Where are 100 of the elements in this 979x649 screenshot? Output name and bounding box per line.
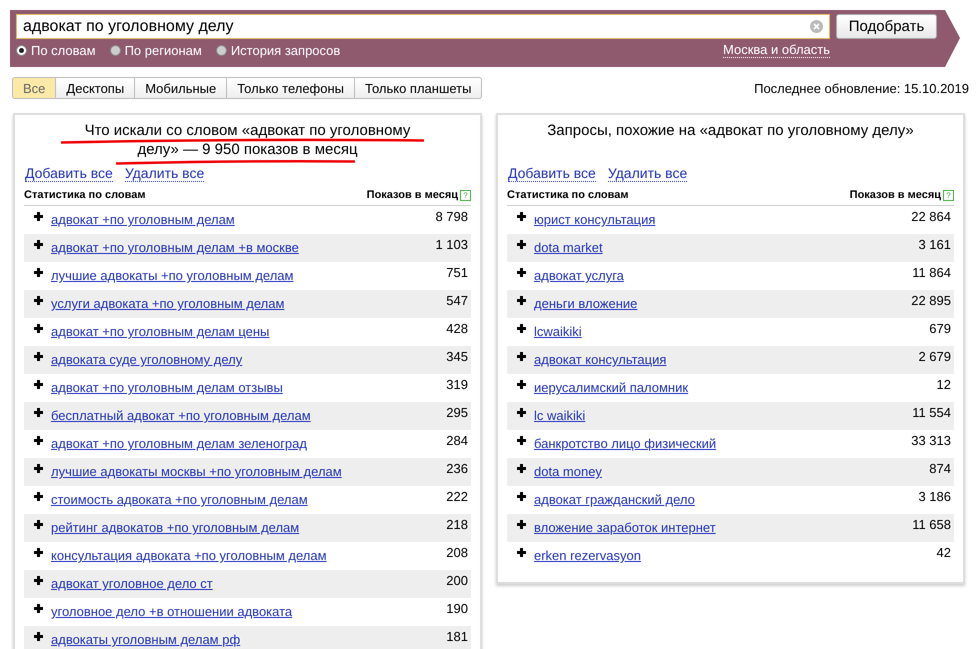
column-header: Статистика по словам [507, 189, 629, 201]
impressions-count: 679 [929, 321, 951, 336]
plus-icon[interactable] [34, 380, 43, 389]
plus-icon[interactable] [34, 408, 43, 417]
keyword-link[interactable]: лучшие адвокаты +по уголовным делам [51, 268, 294, 283]
keyword-link[interactable]: бесплатный адвокат +по уголовным делам [51, 408, 311, 423]
keyword-link[interactable]: адвокаты уголовным делам рф [51, 632, 240, 647]
keyword-link[interactable]: иерусалимский паломник [534, 380, 688, 395]
plus-icon[interactable] [517, 492, 526, 501]
keyword-link[interactable]: lc waikiki [534, 408, 586, 423]
impressions-count: 874 [929, 461, 951, 476]
plus-icon[interactable] [517, 352, 526, 361]
plus-icon[interactable] [34, 268, 43, 277]
plus-icon[interactable] [34, 520, 43, 529]
keyword-link[interactable]: уголовное дело +в отношении адвоката [51, 604, 292, 619]
plus-icon[interactable] [517, 464, 526, 473]
impressions-count: 1 103 [435, 237, 468, 252]
keyword-link[interactable]: банкротство лицо физический [534, 436, 716, 451]
last-update: Последнее обновление: 15.10.2019 [754, 80, 969, 96]
keyword-link[interactable]: адвокат гражданский дело [534, 492, 695, 507]
keyword-link[interactable]: адвокат +по уголовным делам цены [51, 324, 270, 339]
keyword-link[interactable]: консультация адвоката +по уголовным делам [51, 548, 327, 563]
plus-icon[interactable] [34, 212, 43, 221]
keyword-link[interactable]: dota market [534, 240, 603, 255]
radio-button[interactable] [216, 45, 227, 56]
column-header: Показов в месяц [850, 189, 941, 201]
impressions-count: 236 [446, 461, 468, 476]
keyword-link[interactable]: адвоката суде уголовному делу [51, 352, 242, 367]
plus-icon[interactable] [34, 352, 43, 361]
radio-label[interactable]: По регионам [124, 43, 202, 58]
panel-title: Запросы, похожие на «адвокат по уголовному делу» [547, 121, 914, 140]
keyword-link[interactable]: услуги адвоката +по уголовным делам [51, 296, 284, 311]
plus-icon[interactable] [34, 548, 43, 557]
keyword-link[interactable]: адвокат +по уголовным делам [51, 212, 235, 227]
plus-icon[interactable] [517, 296, 526, 305]
impressions-count: 33 313 [911, 433, 951, 448]
impressions-count: 284 [446, 433, 468, 448]
plus-icon[interactable] [34, 436, 43, 445]
keyword-link[interactable]: рейтинг адвокатов +по уголовным делам [51, 520, 300, 535]
impressions-count: 295 [446, 405, 468, 420]
plus-icon[interactable] [34, 576, 43, 585]
plus-icon[interactable] [34, 240, 43, 249]
plus-icon[interactable] [34, 464, 43, 473]
remove-all-link[interactable]: Удалить все [124, 166, 204, 182]
radio-label[interactable]: По словам [31, 43, 96, 58]
keyword-link[interactable]: адвокат уголовное дело ст [51, 576, 213, 591]
plus-icon[interactable] [34, 324, 43, 333]
impressions-count: 319 [446, 377, 468, 392]
add-all-link[interactable]: Добавить все [508, 166, 596, 182]
device-tab[interactable]: Мобильные [134, 77, 228, 99]
column-header: Показов в месяц [366, 189, 458, 201]
radio-label[interactable]: История запросов [230, 43, 340, 58]
impressions-count: 751 [446, 265, 468, 280]
region-link[interactable]: Москва и область [722, 43, 830, 58]
search-field[interactable]: адвокат по уголовному делу [16, 14, 830, 39]
keyword-link[interactable]: dota money [534, 464, 602, 479]
impressions-count: 428 [446, 321, 468, 336]
keyword-link[interactable]: лучшие адвокаты москвы +по уголовным делам [51, 464, 342, 479]
device-tab[interactable]: Только телефоны [226, 77, 356, 99]
keyword-link[interactable]: адвокат консультация [534, 352, 666, 367]
plus-icon[interactable] [517, 436, 526, 445]
add-all-link[interactable]: Добавить все [25, 166, 113, 182]
plus-icon[interactable] [34, 492, 43, 501]
radio-button[interactable] [16, 45, 27, 56]
impressions-count: 208 [446, 545, 468, 560]
impressions-count: 3 161 [918, 237, 951, 252]
impressions-count: 11 658 [912, 517, 951, 532]
keyword-link[interactable]: lcwaikiki [534, 324, 582, 339]
device-tab[interactable]: Только планшеты [354, 77, 482, 99]
keyword-link[interactable]: адвокат +по уголовным делам +в москве [51, 240, 299, 255]
plus-icon[interactable] [517, 380, 526, 389]
impressions-count: 190 [446, 601, 468, 616]
impressions-count: 22 895 [911, 293, 951, 308]
impressions-count: 11 864 [912, 265, 951, 280]
plus-icon[interactable] [517, 408, 526, 417]
pick-button[interactable]: Подобрать [836, 14, 937, 39]
plus-icon[interactable] [34, 604, 43, 613]
keyword-link[interactable]: юрист консультация [534, 212, 656, 227]
keyword-link[interactable]: адвокат +по уголовным делам зеленоград [51, 436, 307, 451]
radio-button[interactable] [110, 45, 121, 56]
keyword-link[interactable]: адвокат +по уголовным делам отзывы [51, 380, 283, 395]
plus-icon[interactable] [517, 268, 526, 277]
keyword-link[interactable]: адвокат услуга [534, 268, 624, 283]
impressions-count: 3 186 [918, 489, 951, 504]
plus-icon[interactable] [517, 324, 526, 333]
device-tab[interactable]: Все [12, 77, 56, 99]
impressions-count: 22 864 [911, 209, 951, 224]
remove-all-link[interactable]: Удалить все [608, 166, 688, 182]
plus-icon[interactable] [517, 520, 526, 529]
plus-icon[interactable] [517, 548, 526, 557]
keyword-link[interactable]: вложение заработок интернет [534, 520, 716, 535]
plus-icon[interactable] [34, 632, 43, 641]
device-tab[interactable]: Десктопы [55, 77, 136, 99]
keyword-link[interactable]: стоимость адвоката +по уголовным делам [51, 492, 308, 507]
plus-icon[interactable] [34, 296, 43, 305]
plus-icon[interactable] [517, 240, 526, 249]
keyword-link[interactable]: erken rezervasyon [534, 548, 641, 563]
keyword-link[interactable]: деньги вложение [534, 296, 638, 311]
plus-icon[interactable] [517, 212, 526, 221]
column-header: Статистика по словам [24, 189, 146, 201]
